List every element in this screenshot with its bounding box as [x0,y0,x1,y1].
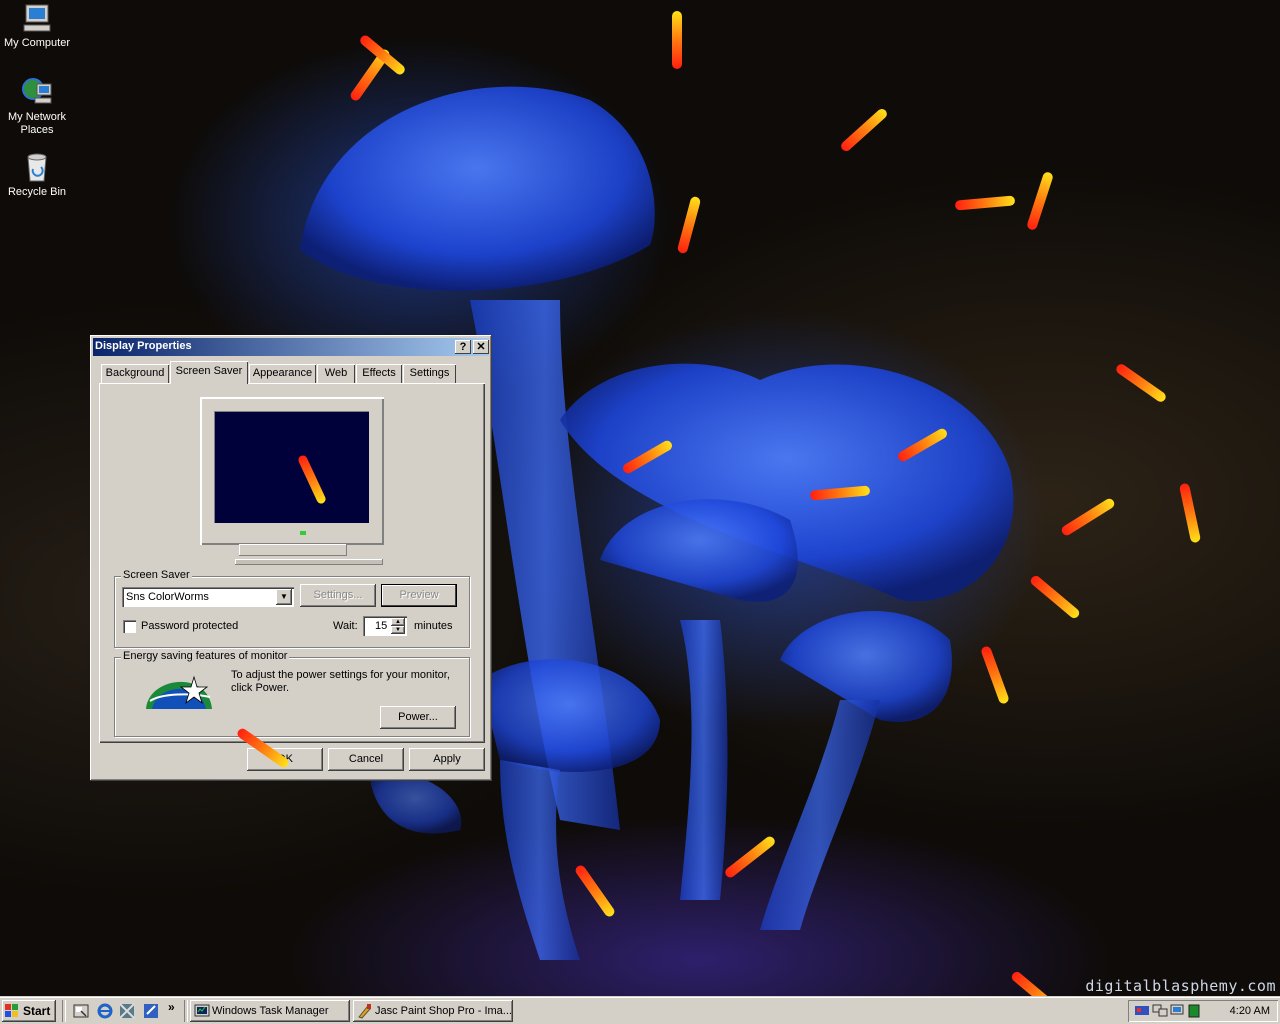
monitor-base [235,559,383,565]
preview-color-worm [296,454,328,505]
taskbar: Start » Windows Task Manager Jasc Paint … [0,996,1280,1024]
paint-shop-pro-icon [358,1004,371,1019]
chevron-down-icon: ▼ [280,592,288,601]
display-settings-tray-icon[interactable] [1134,1004,1150,1018]
chevron-up-icon: ▲ [395,619,401,625]
close-button[interactable]: ✕ [473,340,489,354]
start-label: Start [23,1004,51,1018]
activity-tray-icon[interactable] [1188,1004,1200,1018]
tab-web[interactable]: Web [317,364,355,383]
quick-launch-setup-icon[interactable] [142,1002,160,1020]
tab-effects[interactable]: Effects [356,364,402,383]
spin-up-button[interactable]: ▲ [391,618,405,626]
apply-button[interactable]: Apply [409,748,485,771]
wait-minutes-spinner[interactable]: 15 ▲ ▼ [363,616,407,636]
screen-saver-select[interactable]: Sns ColorWorms ▼ [122,587,294,607]
energy-description: To adjust the power settings for your mo… [231,669,450,694]
system-tray: 4:20 AM [1128,1000,1278,1022]
quick-launch-chevron[interactable]: » [168,1000,175,1014]
color-worm [672,11,682,69]
power-led [300,531,306,535]
title-bar[interactable]: Display Properties ? ✕ [93,338,489,356]
windows-logo-icon [5,1004,18,1017]
wait-value: 15 [375,620,388,632]
spin-down-button[interactable]: ▼ [391,626,405,634]
internet-explorer-icon[interactable] [96,1002,114,1020]
wait-label: Wait: [333,620,358,632]
computer-tray-icon[interactable] [1170,1004,1186,1018]
password-label: Password protected [141,620,239,632]
tab-appearance[interactable]: Appearance [249,364,316,383]
taskbar-divider [184,1000,188,1022]
energy-group-label: Energy saving features of monitor [121,650,290,662]
screen-saver-group-label: Screen Saver [121,569,192,581]
desktop-icon-my-network-places[interactable]: My Network Places [0,76,74,137]
tab-background[interactable]: Background [101,364,169,383]
clock[interactable]: 4:20 AM [1230,1005,1270,1017]
start-button[interactable]: Start [2,1000,56,1022]
energy-star-logo [146,675,212,709]
preview-screen [214,411,369,523]
desktop-icon-recycle-bin[interactable]: Recycle Bin [0,151,74,199]
dialog-title: Display Properties [95,340,192,352]
dropdown-button[interactable]: ▼ [276,589,292,605]
minutes-label: minutes [414,620,453,632]
show-desktop-icon[interactable] [72,1002,90,1020]
task-paint-shop-pro[interactable]: Jasc Paint Shop Pro - Ima... [353,1000,513,1022]
task-label: Jasc Paint Shop Pro - Ima... [375,1005,512,1017]
my-computer-icon [23,4,51,32]
monitor-stand [239,544,347,556]
help-button[interactable]: ? [455,340,471,354]
power-button[interactable]: Power... [380,706,456,729]
settings-button[interactable]: Settings... [300,584,376,607]
network-tray-icon[interactable] [1152,1004,1168,1018]
task-manager-icon [194,1004,210,1017]
taskbar-divider [62,1000,66,1022]
desktop-icon-my-computer[interactable]: My Computer [0,2,74,50]
screen-saver-selected-value: Sns ColorWorms [126,591,209,603]
desktop-icon-label: My Network Places [7,111,67,136]
close-icon: ✕ [476,341,486,353]
wallpaper-watermark: digitalblasphemy.com [1085,977,1276,995]
network-places-icon [22,78,52,104]
quick-launch-app-icon[interactable] [118,1002,136,1020]
display-properties-dialog: Display Properties ? ✕ Background Screen… [90,335,492,781]
recycle-bin-icon [27,153,47,182]
desktop-icon-label: My Computer [3,37,71,49]
preview-button[interactable]: Preview [381,584,457,607]
chevron-down-icon: ▼ [395,627,401,633]
tab-settings[interactable]: Settings [403,364,456,383]
desktop-icon-label: Recycle Bin [7,186,67,198]
password-checkbox[interactable] [123,620,136,633]
tab-screen-saver[interactable]: Screen Saver [170,361,248,384]
preview-monitor [200,397,384,545]
task-label: Windows Task Manager [212,1005,329,1017]
cancel-button[interactable]: Cancel [328,748,404,771]
task-windows-task-manager[interactable]: Windows Task Manager [190,1000,350,1022]
